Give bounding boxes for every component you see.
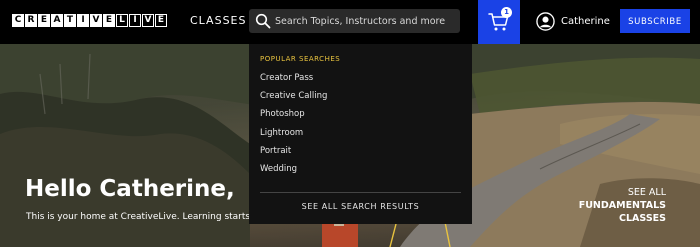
popular-searches-list: Creator Pass Creative Calling Photoshop …: [260, 72, 327, 181]
see-all-fundamentals-link[interactable]: SEE ALL FUNDAMENTALS CLASSES: [579, 186, 666, 225]
cart-button[interactable]: 1: [478, 0, 520, 44]
hero-subtitle: This is your home at CreativeLive. Learn…: [26, 212, 274, 222]
user-menu[interactable]: Catherine: [536, 11, 610, 31]
logo-letter: T: [64, 14, 76, 27]
top-navigation-bar: C R E A T I V E L I V E CLASSES 1: [0, 0, 700, 44]
hero-greeting-title: Hello Catherine,: [25, 176, 235, 202]
search-suggestions-dropdown: POPULAR SEARCHES Creator Pass Creative C…: [249, 44, 472, 224]
user-name: Catherine: [561, 15, 610, 27]
cart-count-badge: 1: [501, 7, 512, 18]
logo-letter: E: [38, 14, 50, 27]
search-input[interactable]: [275, 9, 457, 33]
popular-search-item[interactable]: Creator Pass: [260, 72, 327, 90]
search-bar[interactable]: [249, 9, 460, 33]
logo-letter: I: [77, 14, 89, 27]
popular-search-item[interactable]: Portrait: [260, 145, 327, 163]
logo-letter: L: [116, 14, 128, 27]
logo-letter: E: [103, 14, 115, 27]
search-icon[interactable]: [255, 13, 271, 29]
logo-letter: C: [12, 14, 24, 27]
dropdown-divider: [260, 192, 461, 193]
logo-letter: A: [51, 14, 63, 27]
logo-letter: I: [129, 14, 141, 27]
popular-search-item[interactable]: Creative Calling: [260, 90, 327, 108]
subscribe-button[interactable]: SUBSCRIBE: [620, 9, 690, 33]
popular-search-item[interactable]: Wedding: [260, 163, 327, 181]
logo-letter: V: [90, 14, 102, 27]
popular-searches-heading: POPULAR SEARCHES: [260, 55, 341, 63]
popular-search-item[interactable]: Photoshop: [260, 108, 327, 126]
see-all-search-results-link[interactable]: SEE ALL SEARCH RESULTS: [249, 202, 472, 211]
logo-letter: R: [25, 14, 37, 27]
popular-search-item[interactable]: Lightroom: [260, 127, 327, 145]
see-all-line: SEE ALL: [627, 187, 666, 198]
see-all-line: CLASSES: [619, 213, 666, 224]
logo-letter: E: [155, 14, 167, 27]
user-avatar-icon: [536, 11, 555, 31]
see-all-line: FUNDAMENTALS: [578, 200, 666, 211]
nav-classes-link[interactable]: CLASSES: [190, 14, 246, 27]
creativelive-logo[interactable]: C R E A T I V E L I V E: [12, 13, 168, 28]
logo-letter: V: [142, 14, 154, 27]
